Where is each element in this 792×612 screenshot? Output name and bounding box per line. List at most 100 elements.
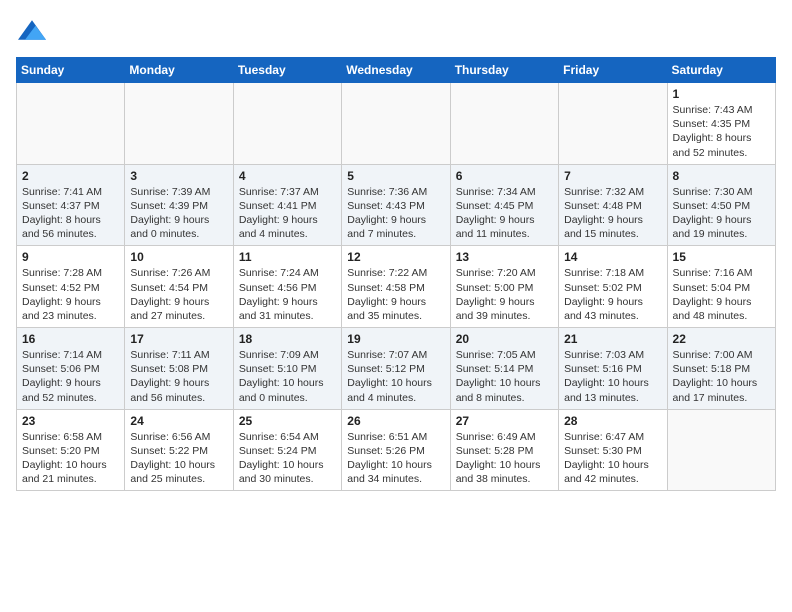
calendar-cell: 6 Sunrise: 7:34 AM Sunset: 4:45 PM Daylig…	[450, 164, 558, 246]
calendar-cell: 10Sunrise: 7:26 AM Sunset: 4:54 PM Dayli…	[125, 246, 233, 328]
day-info: Sunrise: 7:22 AM Sunset: 4:58 PM Dayligh…	[347, 266, 444, 323]
day-number: 22	[673, 332, 770, 346]
weekday-header: Tuesday	[233, 58, 341, 83]
day-number: 5	[347, 169, 444, 183]
day-number: 12	[347, 250, 444, 264]
day-info: Sunrise: 6:54 AM Sunset: 5:24 PM Dayligh…	[239, 430, 336, 487]
day-number: 16	[22, 332, 119, 346]
day-info: Sunrise: 7:00 AM Sunset: 5:18 PM Dayligh…	[673, 348, 770, 405]
day-number: 18	[239, 332, 336, 346]
day-number: 1	[673, 87, 770, 101]
calendar-cell	[450, 83, 558, 165]
calendar-cell: 18 Sunrise: 7:09 AM Sunset: 5:10 PM Dayli…	[233, 328, 341, 410]
day-info: Sunrise: 7:26 AM Sunset: 4:54 PM Dayligh…	[130, 266, 227, 323]
calendar-cell: 13 Sunrise: 7:20 AM Sunset: 5:00 PM Dayli…	[450, 246, 558, 328]
calendar-cell: 26Sunrise: 6:51 AM Sunset: 5:26 PM Dayli…	[342, 409, 450, 491]
day-number: 11	[239, 250, 336, 264]
calendar-week-row: 1 Sunrise: 7:43 AM Sunset: 4:35 PM Daylig…	[17, 83, 776, 165]
calendar-week-row: 9 Sunrise: 7:28 AM Sunset: 4:52 PM Daylig…	[17, 246, 776, 328]
day-number: 3	[130, 169, 227, 183]
day-info: Sunrise: 6:47 AM Sunset: 5:30 PM Dayligh…	[564, 430, 661, 487]
day-number: 20	[456, 332, 553, 346]
logo	[16, 16, 46, 49]
day-number: 13	[456, 250, 553, 264]
day-info: Sunrise: 7:03 AM Sunset: 5:16 PM Dayligh…	[564, 348, 661, 405]
day-number: 7	[564, 169, 661, 183]
calendar-cell: 14 Sunrise: 7:18 AM Sunset: 5:02 PM Dayli…	[559, 246, 667, 328]
calendar-cell	[233, 83, 341, 165]
calendar-week-row: 2 Sunrise: 7:41 AM Sunset: 4:37 PM Daylig…	[17, 164, 776, 246]
day-info: Sunrise: 7:43 AM Sunset: 4:35 PM Dayligh…	[673, 103, 770, 160]
calendar-cell: 1 Sunrise: 7:43 AM Sunset: 4:35 PM Daylig…	[667, 83, 775, 165]
day-number: 17	[130, 332, 227, 346]
calendar-body: 1 Sunrise: 7:43 AM Sunset: 4:35 PM Daylig…	[17, 83, 776, 491]
calendar-cell: 19Sunrise: 7:07 AM Sunset: 5:12 PM Dayli…	[342, 328, 450, 410]
day-info: Sunrise: 7:18 AM Sunset: 5:02 PM Dayligh…	[564, 266, 661, 323]
day-number: 4	[239, 169, 336, 183]
day-info: Sunrise: 7:37 AM Sunset: 4:41 PM Dayligh…	[239, 185, 336, 242]
day-info: Sunrise: 7:28 AM Sunset: 4:52 PM Dayligh…	[22, 266, 119, 323]
day-info: Sunrise: 7:34 AM Sunset: 4:45 PM Dayligh…	[456, 185, 553, 242]
day-info: Sunrise: 7:07 AM Sunset: 5:12 PM Dayligh…	[347, 348, 444, 405]
weekday-header: Saturday	[667, 58, 775, 83]
day-number: 24	[130, 414, 227, 428]
day-info: Sunrise: 7:20 AM Sunset: 5:00 PM Dayligh…	[456, 266, 553, 323]
day-info: Sunrise: 7:24 AM Sunset: 4:56 PM Dayligh…	[239, 266, 336, 323]
calendar-cell: 4 Sunrise: 7:37 AM Sunset: 4:41 PM Daylig…	[233, 164, 341, 246]
day-number: 8	[673, 169, 770, 183]
calendar-cell: 3 Sunrise: 7:39 AM Sunset: 4:39 PM Daylig…	[125, 164, 233, 246]
day-number: 6	[456, 169, 553, 183]
calendar-cell: 17 Sunrise: 7:11 AM Sunset: 5:08 PM Dayli…	[125, 328, 233, 410]
weekday-header: Friday	[559, 58, 667, 83]
calendar-cell: 21 Sunrise: 7:03 AM Sunset: 5:16 PM Dayli…	[559, 328, 667, 410]
calendar-cell	[667, 409, 775, 491]
calendar-cell	[125, 83, 233, 165]
calendar-week-row: 16 Sunrise: 7:14 AM Sunset: 5:06 PM Dayli…	[17, 328, 776, 410]
calendar-header: SundayMondayTuesdayWednesdayThursdayFrid…	[17, 58, 776, 83]
calendar-cell: 27Sunrise: 6:49 AM Sunset: 5:28 PM Dayli…	[450, 409, 558, 491]
day-info: Sunrise: 7:05 AM Sunset: 5:14 PM Dayligh…	[456, 348, 553, 405]
calendar-cell: 23 Sunrise: 6:58 AM Sunset: 5:20 PM Dayli…	[17, 409, 125, 491]
calendar-cell: 2 Sunrise: 7:41 AM Sunset: 4:37 PM Daylig…	[17, 164, 125, 246]
day-number: 25	[239, 414, 336, 428]
weekday-header: Thursday	[450, 58, 558, 83]
calendar-cell: 22 Sunrise: 7:00 AM Sunset: 5:18 PM Dayli…	[667, 328, 775, 410]
day-number: 14	[564, 250, 661, 264]
weekday-header: Wednesday	[342, 58, 450, 83]
header	[16, 16, 776, 49]
calendar-cell	[342, 83, 450, 165]
calendar-cell: 24Sunrise: 6:56 AM Sunset: 5:22 PM Dayli…	[125, 409, 233, 491]
calendar-cell: 8Sunrise: 7:30 AM Sunset: 4:50 PM Daylig…	[667, 164, 775, 246]
day-info: Sunrise: 7:39 AM Sunset: 4:39 PM Dayligh…	[130, 185, 227, 242]
calendar-cell: 15 Sunrise: 7:16 AM Sunset: 5:04 PM Dayli…	[667, 246, 775, 328]
calendar-cell: 5 Sunrise: 7:36 AM Sunset: 4:43 PM Daylig…	[342, 164, 450, 246]
day-info: Sunrise: 7:41 AM Sunset: 4:37 PM Dayligh…	[22, 185, 119, 242]
calendar-week-row: 23 Sunrise: 6:58 AM Sunset: 5:20 PM Dayli…	[17, 409, 776, 491]
day-number: 9	[22, 250, 119, 264]
calendar-cell: 9 Sunrise: 7:28 AM Sunset: 4:52 PM Daylig…	[17, 246, 125, 328]
calendar-cell: 12 Sunrise: 7:22 AM Sunset: 4:58 PM Dayli…	[342, 246, 450, 328]
day-info: Sunrise: 7:09 AM Sunset: 5:10 PM Dayligh…	[239, 348, 336, 405]
calendar: SundayMondayTuesdayWednesdayThursdayFrid…	[16, 57, 776, 491]
calendar-cell	[17, 83, 125, 165]
day-number: 2	[22, 169, 119, 183]
day-number: 28	[564, 414, 661, 428]
calendar-cell: 28 Sunrise: 6:47 AM Sunset: 5:30 PM Dayli…	[559, 409, 667, 491]
day-number: 15	[673, 250, 770, 264]
day-info: Sunrise: 7:16 AM Sunset: 5:04 PM Dayligh…	[673, 266, 770, 323]
calendar-cell: 20 Sunrise: 7:05 AM Sunset: 5:14 PM Dayli…	[450, 328, 558, 410]
weekday-header: Monday	[125, 58, 233, 83]
day-info: Sunrise: 7:14 AM Sunset: 5:06 PM Dayligh…	[22, 348, 119, 405]
weekday-header: Sunday	[17, 58, 125, 83]
header-row: SundayMondayTuesdayWednesdayThursdayFrid…	[17, 58, 776, 83]
calendar-cell: 16 Sunrise: 7:14 AM Sunset: 5:06 PM Dayli…	[17, 328, 125, 410]
day-number: 21	[564, 332, 661, 346]
calendar-cell: 25 Sunrise: 6:54 AM Sunset: 5:24 PM Dayli…	[233, 409, 341, 491]
calendar-cell: 11 Sunrise: 7:24 AM Sunset: 4:56 PM Dayli…	[233, 246, 341, 328]
day-info: Sunrise: 6:58 AM Sunset: 5:20 PM Dayligh…	[22, 430, 119, 487]
day-number: 23	[22, 414, 119, 428]
calendar-cell: 7Sunrise: 7:32 AM Sunset: 4:48 PM Daylig…	[559, 164, 667, 246]
day-info: Sunrise: 7:36 AM Sunset: 4:43 PM Dayligh…	[347, 185, 444, 242]
day-info: Sunrise: 7:11 AM Sunset: 5:08 PM Dayligh…	[130, 348, 227, 405]
day-info: Sunrise: 6:51 AM Sunset: 5:26 PM Dayligh…	[347, 430, 444, 487]
